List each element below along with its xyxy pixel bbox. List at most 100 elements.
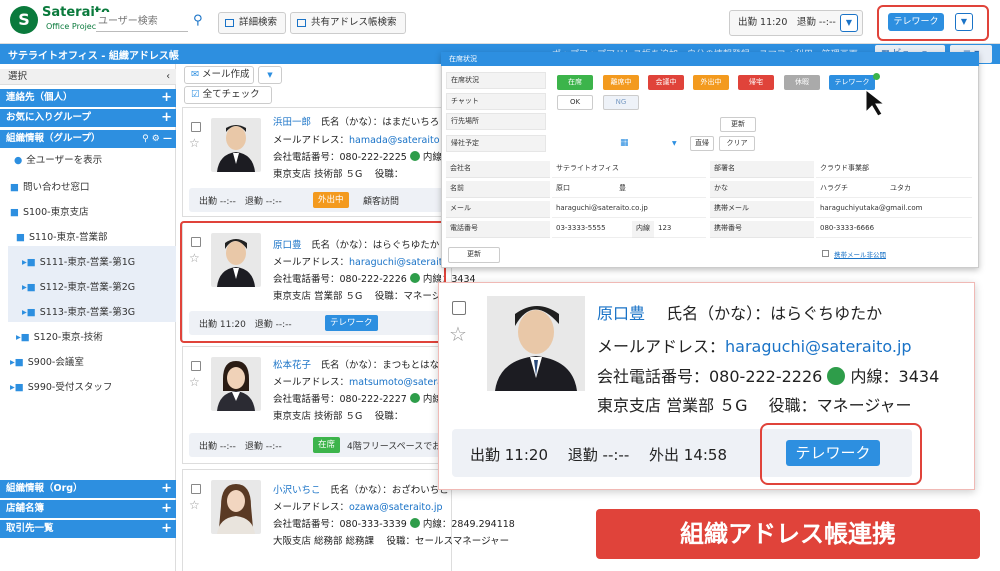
select-checkbox[interactable] <box>191 484 201 494</box>
all-users-link[interactable]: ● 全ユーザーを表示 <box>14 152 102 166</box>
plus-icon[interactable]: + <box>161 480 172 498</box>
attendance-text: 出勤 --:-- 退勤 --:-- <box>199 197 282 207</box>
feature-banner: 組織アドレス帳連携 <box>596 509 980 559</box>
phone-text: 会社電話番号：080-333-3339 <box>273 519 407 530</box>
select-checkbox[interactable] <box>191 122 201 132</box>
mobile-phone-field[interactable]: 080-3333-6666 <box>816 221 972 238</box>
email-link[interactable]: haraguchi@sateraito.jp <box>725 337 912 356</box>
plus-icon[interactable]: + <box>161 109 172 127</box>
check-all-button[interactable]: ☑ 全てチェック <box>184 86 272 104</box>
contact-card[interactable]: ☆ 松本花子 氏名（かな）：まつもとはな メールアドレス：matsumoto@s… <box>182 346 455 464</box>
field-label: 名前 <box>446 181 550 198</box>
sidebar-section-favorites[interactable]: お気に入りグループ + <box>0 109 176 127</box>
status-option-meeting[interactable]: 会議中 <box>648 75 684 90</box>
plus-icon[interactable]: + <box>161 500 172 518</box>
status-badge[interactable]: 外出中 <box>313 192 349 208</box>
sidebar-section-org-groups[interactable]: 組織情報（グループ） ⚲ ⚙ — <box>0 130 176 148</box>
status-option-present[interactable]: 在席 <box>557 75 593 90</box>
email-link[interactable]: hamada@sateraito <box>349 135 440 146</box>
contact-name[interactable]: 原口豊 <box>597 304 645 323</box>
chevron-down-icon[interactable]: ▼ <box>258 66 282 84</box>
plus-icon[interactable]: + <box>161 89 172 107</box>
submit-update-button[interactable]: 更新 <box>448 247 500 263</box>
contact-name[interactable]: 松本花子 <box>273 360 311 371</box>
chevron-down-icon[interactable]: ▼ <box>955 13 973 31</box>
user-search-input[interactable] <box>96 12 188 32</box>
status-option-out[interactable]: 外出中 <box>693 75 729 90</box>
contact-card[interactable]: ☆ 浜田一郎 氏名（かな）：はまだいちろ メールアドレス：hamada@sate… <box>182 107 452 217</box>
detail-search-label: 詳細検索 <box>239 17 278 28</box>
status-option-away[interactable]: 離席中 <box>603 75 639 90</box>
name-field[interactable]: 原口 豊 <box>552 181 706 198</box>
chevron-left-icon[interactable]: ‹ <box>166 69 170 85</box>
department-field[interactable]: クラウド事業部 <box>816 161 972 178</box>
contact-name[interactable]: 浜田一郎 <box>273 117 311 128</box>
status-option-home[interactable]: 帰宅 <box>738 75 774 90</box>
section-label: 連絡先（個人） <box>6 92 73 103</box>
collapse-icons[interactable]: ⚲ ⚙ — <box>142 130 172 148</box>
contact-card[interactable]: ☆ 小沢いちこ 氏名（かな）：おざわいちこ メールアドレス：ozawa@sate… <box>182 469 515 571</box>
tree-item[interactable]: ■ 問い合わせ窓口 <box>10 179 90 193</box>
mobile-email-field[interactable]: haraguchiyutaka@gmail.com <box>816 201 972 218</box>
chevron-down-icon[interactable]: ▼ <box>840 14 858 32</box>
mobile-private-checkbox[interactable] <box>822 250 829 257</box>
tree-item-label: S113-東京-営業-第3G <box>39 307 136 318</box>
detail-search-button[interactable]: 詳細検索 <box>218 12 287 34</box>
phone-icon[interactable] <box>409 393 420 403</box>
section-label: 店舗名簿 <box>6 503 45 514</box>
row-label: 在席状況 <box>446 72 546 89</box>
kana-field[interactable]: ハラグチ ユタカ <box>816 181 972 198</box>
update-location-button[interactable]: 更新 <box>720 117 756 132</box>
star-icon[interactable]: ☆ <box>189 136 200 150</box>
email-field[interactable]: haraguchi@sateraito.co.jp <box>552 201 706 218</box>
mobile-private-label[interactable]: 携帯メール非公開 <box>834 249 886 259</box>
star-icon[interactable]: ☆ <box>189 498 200 512</box>
direct-return-button[interactable]: 直帰 <box>690 136 714 151</box>
star-icon[interactable]: ☆ <box>449 322 467 346</box>
plus-icon[interactable]: + <box>161 520 172 538</box>
tree-item[interactable]: ▸■ S120-東京-技術 <box>16 329 103 343</box>
sidebar-select-row[interactable]: 選択 ‹ <box>0 69 176 85</box>
status-badge[interactable]: テレワーク <box>888 13 944 31</box>
row-label: チャット <box>446 93 546 110</box>
chat-ok-button[interactable]: OK <box>557 95 593 110</box>
tree-item[interactable]: ▸■ S111-東京-営業-第1G <box>22 254 135 268</box>
phone-field[interactable]: 03-3333-5555 <box>552 221 632 238</box>
tree-item[interactable]: ▸■ S900-会議室 <box>10 354 84 368</box>
status-option-leave[interactable]: 休暇 <box>784 75 820 90</box>
sidebar-section-stores[interactable]: 店舗名簿 + <box>0 500 176 518</box>
status-badge[interactable]: テレワーク <box>786 440 880 466</box>
search-icon[interactable]: ⚲ <box>193 13 203 28</box>
select-checkbox[interactable] <box>452 301 466 315</box>
chevron-down-icon[interactable]: ▼ <box>672 140 677 147</box>
phone-icon[interactable] <box>409 518 420 528</box>
tree-item[interactable]: ■ S110-東京-営業部 <box>16 229 108 243</box>
tree-item[interactable]: ▸■ S113-東京-営業-第3G <box>22 304 135 318</box>
check-all-label: 全てチェック <box>202 89 260 100</box>
contact-name[interactable]: 小沢いちこ <box>273 485 321 496</box>
shared-addressbook-search-button[interactable]: 共有アドレス帳検索 <box>290 12 406 34</box>
folder-icon: ▸■ <box>16 332 30 343</box>
chat-ng-button[interactable]: NG <box>603 95 639 110</box>
extension-field[interactable]: 123 <box>654 221 706 238</box>
tree-item[interactable]: ■ S100-東京支店 <box>10 204 89 218</box>
calendar-icon[interactable]: ▦ <box>620 138 629 148</box>
sidebar-section-clients[interactable]: 取引先一覧 + <box>0 520 176 538</box>
sidebar-section-org[interactable]: 組織情報（Org） + <box>0 480 176 498</box>
sidebar-section-contacts[interactable]: 連絡先（個人） + <box>0 89 176 107</box>
tree-item[interactable]: ▸■ S990-受付スタッフ <box>10 379 112 393</box>
company-field[interactable]: サテライトオフィス <box>552 161 706 178</box>
section-label: 組織情報（グループ） <box>6 133 101 144</box>
clear-button[interactable]: クリア <box>719 136 755 151</box>
compose-mail-button[interactable]: ✉ メール作成 <box>184 66 254 84</box>
phone-icon[interactable] <box>827 367 846 385</box>
status-badge[interactable]: 在席 <box>313 437 341 453</box>
email-link[interactable]: ozawa@sateraito.jp <box>349 502 442 513</box>
tree-item[interactable]: ▸■ S112-東京-営業-第2G <box>22 279 135 293</box>
select-checkbox[interactable] <box>191 361 201 371</box>
phone-icon[interactable] <box>409 151 420 161</box>
folder-icon: ▸■ <box>22 282 36 293</box>
department-text: 東京支店 技術部 ５G 役職： <box>273 411 404 422</box>
star-icon[interactable]: ☆ <box>189 375 200 389</box>
section-label: お気に入りグループ <box>6 112 91 123</box>
